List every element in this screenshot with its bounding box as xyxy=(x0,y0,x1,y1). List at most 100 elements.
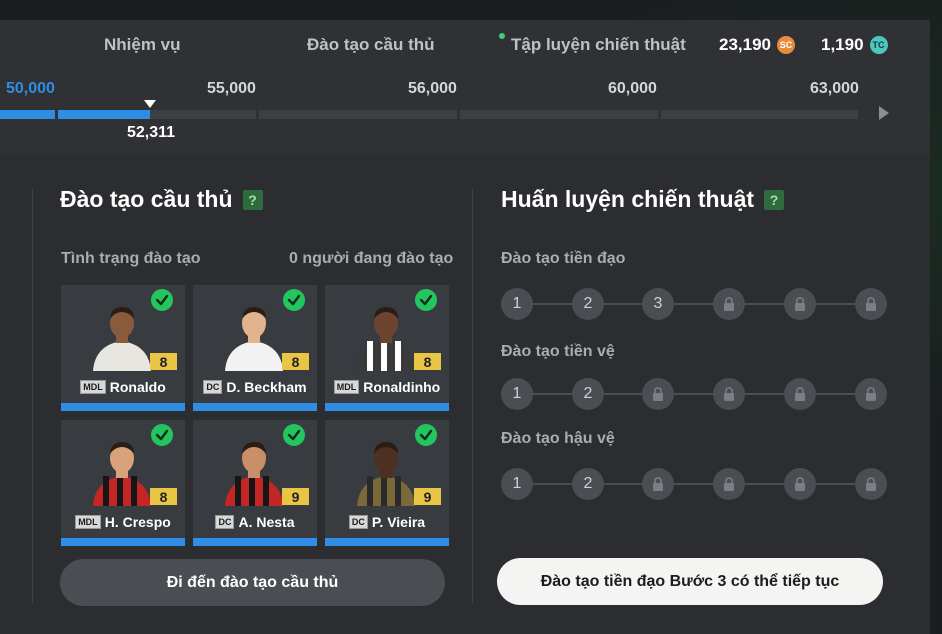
sc-value: 23,190 xyxy=(719,35,771,54)
player-name: P. Vieira xyxy=(371,514,426,530)
progress-segment-filled xyxy=(0,110,55,119)
progress-segment xyxy=(259,110,457,119)
track-label-midfield: Đào tạo tiền vệ xyxy=(501,343,615,360)
player-name-row: MDL H. Crespo xyxy=(61,514,185,530)
player-card[interactable]: 9 DC P. Vieira xyxy=(325,420,449,546)
player-training-title-text: Đào tạo cầu thủ xyxy=(60,186,233,212)
lock-icon xyxy=(652,477,664,491)
lock-icon xyxy=(794,387,806,401)
tab-tactical-training[interactable]: Tập luyện chiến thuật xyxy=(511,35,686,55)
player-level: 9 xyxy=(414,488,441,505)
training-step[interactable]: 2 xyxy=(572,378,604,410)
center-divider xyxy=(472,188,473,604)
help-icon[interactable]: ? xyxy=(764,189,785,210)
player-card[interactable]: 8 DC D. Beckham xyxy=(193,285,317,411)
player-progress-bar xyxy=(193,403,317,411)
locked-step xyxy=(713,378,745,410)
check-icon xyxy=(283,289,305,311)
check-icon xyxy=(283,424,305,446)
lock-icon xyxy=(865,477,877,491)
go-to-player-training-button[interactable]: Đi đến đào tạo cầu thủ xyxy=(60,559,445,606)
current-progress-marker xyxy=(144,100,156,108)
player-card[interactable]: 9 DC A. Nesta xyxy=(193,420,317,546)
tc-value: 1,190 xyxy=(821,35,864,54)
progress-segment xyxy=(661,110,858,119)
player-portrait xyxy=(225,307,283,371)
player-name: D. Beckham xyxy=(226,379,307,395)
training-step[interactable]: 1 xyxy=(501,288,533,320)
training-status-label: Tình trạng đào tạo xyxy=(61,250,201,267)
player-name: Ronaldinho xyxy=(363,379,441,395)
tab-player-training[interactable]: Đào tạo cầu thủ xyxy=(307,35,435,55)
lock-icon xyxy=(794,477,806,491)
player-training-title: Đào tạo cầu thủ ? xyxy=(60,186,263,213)
position-badge: DC xyxy=(215,515,235,529)
player-level: 8 xyxy=(414,353,441,370)
track-label-forward: Đào tạo tiền đạo xyxy=(501,250,626,267)
training-step[interactable]: 1 xyxy=(501,378,533,410)
sc-balance: 23,190 SC xyxy=(719,35,795,55)
player-portrait xyxy=(93,307,151,371)
next-arrow-icon[interactable] xyxy=(879,106,889,120)
training-step[interactable]: 2 xyxy=(572,288,604,320)
tc-coin-icon: TC xyxy=(869,36,888,54)
player-name: A. Nesta xyxy=(238,514,295,530)
tab-missions[interactable]: Nhiệm vụ xyxy=(104,35,181,55)
check-icon xyxy=(415,289,437,311)
milestone-label: 50,000 xyxy=(6,80,55,97)
player-card[interactable]: 8 MDL Ronaldinho xyxy=(325,285,449,411)
locked-step xyxy=(713,468,745,500)
lock-icon xyxy=(865,297,877,311)
notification-dot xyxy=(499,33,505,39)
player-name-row: DC P. Vieira xyxy=(325,514,449,530)
sc-coin-icon: SC xyxy=(777,36,795,54)
lock-icon xyxy=(723,387,735,401)
help-icon[interactable]: ? xyxy=(242,189,263,210)
locked-step xyxy=(784,378,816,410)
training-step[interactable]: 3 xyxy=(642,288,674,320)
player-progress-bar xyxy=(325,538,449,546)
player-name-row: DC A. Nesta xyxy=(193,514,317,530)
player-card[interactable]: 8 MDL Ronaldo xyxy=(61,285,185,411)
check-icon xyxy=(151,424,173,446)
locked-step xyxy=(784,288,816,320)
position-badge: MDL xyxy=(333,380,360,394)
training-step[interactable]: 2 xyxy=(572,468,604,500)
position-badge: DC xyxy=(348,515,368,529)
training-step[interactable]: 1 xyxy=(501,468,533,500)
tc-balance: 1,190 TC xyxy=(821,35,888,55)
locked-step xyxy=(713,288,745,320)
lock-icon xyxy=(723,477,735,491)
lock-icon xyxy=(865,387,877,401)
current-progress-value: 52,311 xyxy=(127,124,176,141)
player-progress-bar xyxy=(325,403,449,411)
player-portrait xyxy=(357,307,415,371)
player-card[interactable]: 8 MDL H. Crespo xyxy=(61,420,185,546)
check-icon xyxy=(415,424,437,446)
progress-segment-fill xyxy=(58,110,150,119)
lock-icon xyxy=(723,297,735,311)
position-badge: MDL xyxy=(75,515,101,529)
player-name-row: MDL Ronaldinho xyxy=(325,379,449,395)
position-badge: MDL xyxy=(80,380,106,394)
milestone-label: 63,000 xyxy=(810,80,859,97)
player-portrait xyxy=(93,442,151,506)
player-name-row: DC D. Beckham xyxy=(193,379,317,395)
left-divider xyxy=(32,188,33,604)
player-progress-bar xyxy=(61,403,185,411)
tactical-training-title: Huấn luyện chiến thuật ? xyxy=(501,186,785,213)
continue-forward-training-button[interactable]: Đào tạo tiền đạo Bước 3 có thể tiếp tục xyxy=(497,558,883,605)
check-icon xyxy=(151,289,173,311)
locked-step xyxy=(642,468,674,500)
player-level: 8 xyxy=(150,353,177,370)
player-progress-bar xyxy=(193,538,317,546)
track-connector xyxy=(517,483,871,485)
lock-icon xyxy=(794,297,806,311)
position-badge: DC xyxy=(203,380,223,394)
locked-step xyxy=(642,378,674,410)
player-name: H. Crespo xyxy=(104,514,171,530)
milestone-label: 56,000 xyxy=(408,80,457,97)
locked-step xyxy=(855,468,887,500)
player-name-row: MDL Ronaldo xyxy=(61,379,185,395)
milestone-label: 60,000 xyxy=(608,80,657,97)
